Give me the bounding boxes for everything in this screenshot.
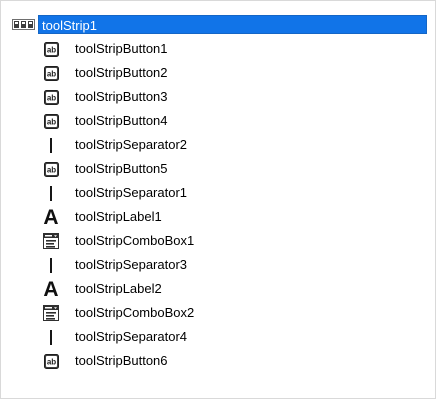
separator-icon <box>39 326 63 348</box>
tree-item-label: toolStripComboBox2 <box>75 305 195 320</box>
toolstrip-icon <box>11 13 36 35</box>
tree-item-label: toolStripLabel1 <box>75 209 162 224</box>
button-icon: ab <box>39 38 63 60</box>
tree-item-label: toolStripSeparator1 <box>75 185 188 200</box>
tree-root-label[interactable]: toolStrip1 <box>38 14 427 34</box>
svg-text:ab: ab <box>46 69 55 78</box>
tree-item-toolstripseparator3[interactable]: toolStripSeparator3 <box>39 254 187 276</box>
tree-item-toolstriplabel1[interactable]: A toolStripLabel1 <box>39 206 162 229</box>
button-icon: ab <box>39 86 63 108</box>
tree-root-item[interactable]: toolStrip1 <box>11 13 427 35</box>
svg-text:ab: ab <box>46 93 55 102</box>
tree-item-label: toolStripSeparator3 <box>75 257 188 272</box>
tree-item-label: toolStripButton5 <box>75 161 168 176</box>
tree-item-toolstripbutton5[interactable]: ab toolStripButton5 <box>39 158 168 180</box>
tree-item-label: toolStripComboBox1 <box>75 233 195 248</box>
tree-item-toolstripbutton1[interactable]: ab toolStripButton1 <box>39 38 168 60</box>
tree-item-label: toolStripButton1 <box>75 41 168 56</box>
tree-item-toolstripbutton2[interactable]: ab toolStripButton2 <box>39 62 168 84</box>
tree-item-label: toolStripButton2 <box>75 65 168 80</box>
tree-item-label: toolStripButton6 <box>75 353 168 368</box>
combobox-icon <box>39 230 63 252</box>
button-icon: ab <box>39 158 63 180</box>
label-icon: A <box>43 206 59 229</box>
tree-item-label: toolStripSeparator2 <box>75 137 188 152</box>
tree-item-label: toolStripSeparator4 <box>75 329 188 344</box>
svg-text:ab: ab <box>46 165 55 174</box>
tree-item-toolstripseparator1[interactable]: toolStripSeparator1 <box>39 182 187 204</box>
button-icon: ab <box>39 110 63 132</box>
svg-text:ab: ab <box>46 357 55 366</box>
tree-item-toolstripseparator4[interactable]: toolStripSeparator4 <box>39 326 187 348</box>
separator-icon <box>39 182 63 204</box>
tree-item-toolstripcombobox1[interactable]: toolStripComboBox1 <box>39 230 194 252</box>
separator-icon <box>39 254 63 276</box>
tree-item-toolstripbutton3[interactable]: ab toolStripButton3 <box>39 86 168 108</box>
tree-item-toolstriplabel2[interactable]: A toolStripLabel2 <box>39 278 162 301</box>
combobox-icon <box>39 302 63 324</box>
tree-item-label: toolStripButton4 <box>75 113 168 128</box>
label-icon: A <box>43 278 59 301</box>
tree-item-toolstripcombobox2[interactable]: toolStripComboBox2 <box>39 302 194 324</box>
svg-text:ab: ab <box>46 45 55 54</box>
tree-item-label: toolStripButton3 <box>75 89 168 104</box>
svg-text:ab: ab <box>46 117 55 126</box>
button-icon: ab <box>39 62 63 84</box>
tree-item-toolstripseparator2[interactable]: toolStripSeparator2 <box>39 134 187 156</box>
button-icon: ab <box>39 350 63 372</box>
separator-icon <box>39 134 63 156</box>
tree-item-toolstripbutton4[interactable]: ab toolStripButton4 <box>39 110 168 132</box>
component-tree[interactable]: toolStrip1 ab toolStripButton1 ab toolSt… <box>0 0 436 399</box>
tree-item-toolstripbutton6[interactable]: ab toolStripButton6 <box>39 350 168 372</box>
tree-item-label: toolStripLabel2 <box>75 281 162 296</box>
